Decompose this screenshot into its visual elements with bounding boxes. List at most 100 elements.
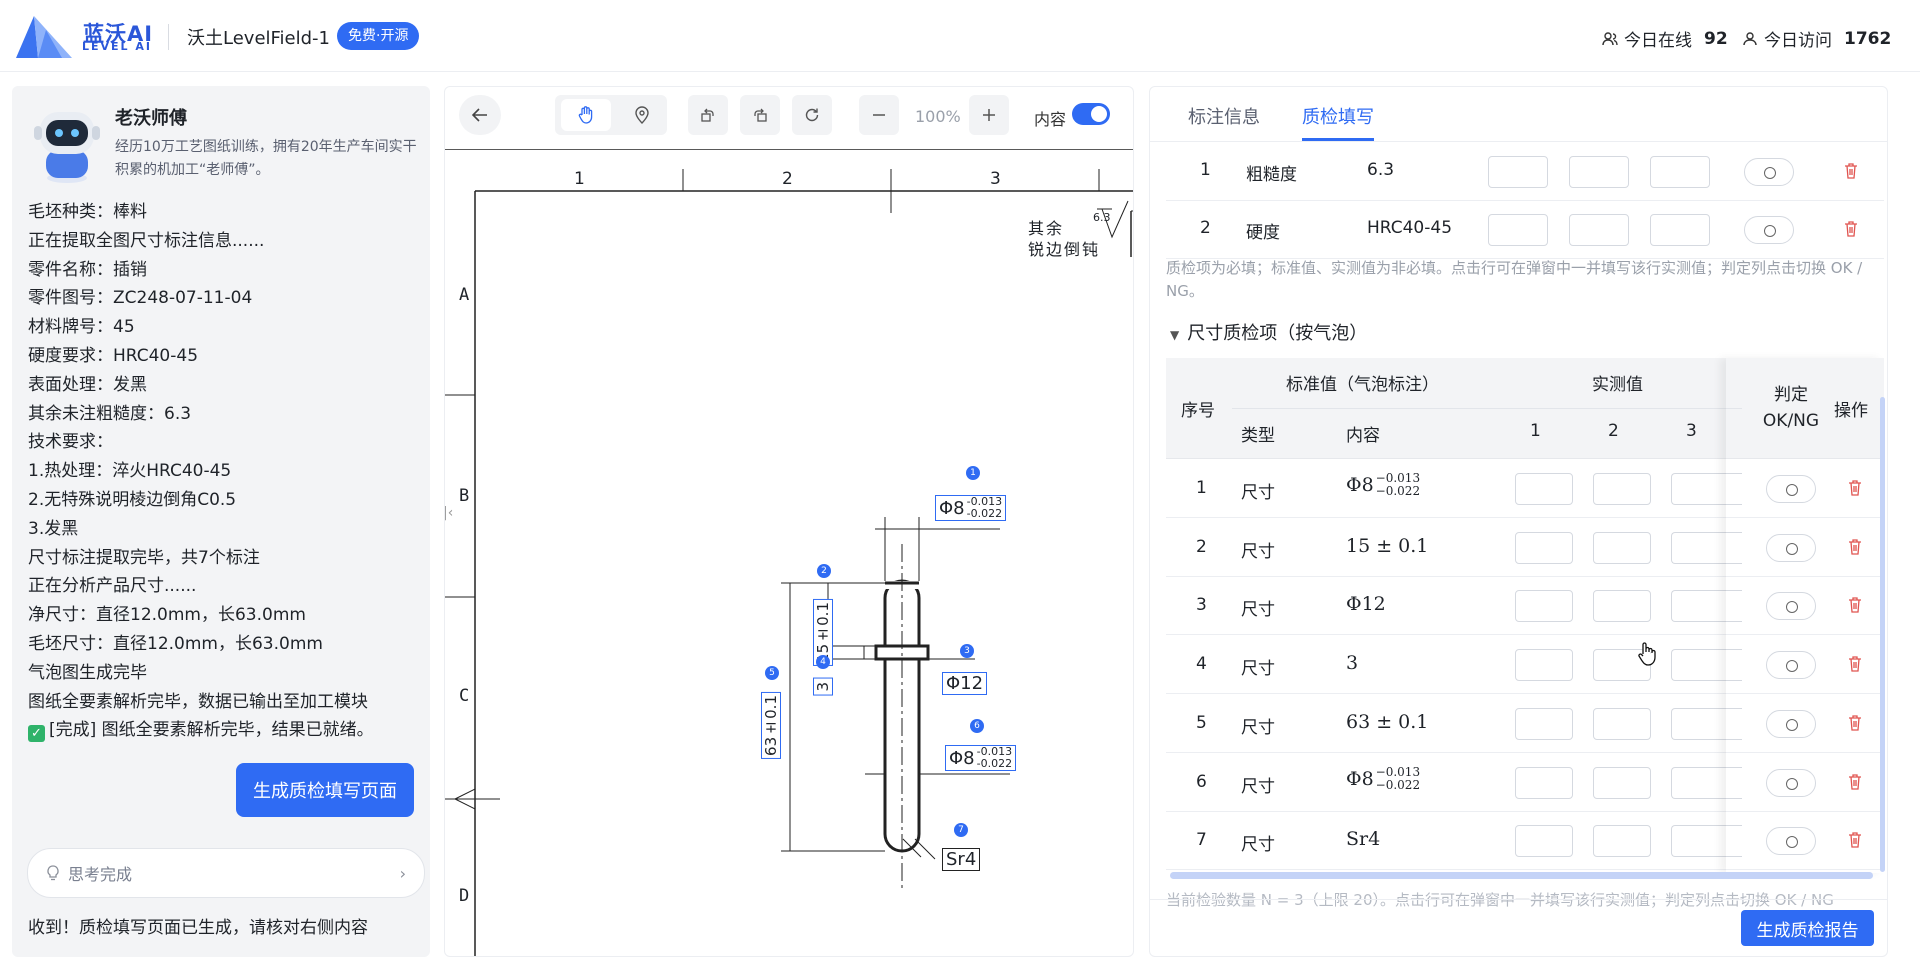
collapse-left-handle[interactable]: |‹ [445, 505, 453, 521]
measured-input-1[interactable] [1515, 649, 1573, 682]
measured-input-3[interactable] [1671, 590, 1742, 623]
rotate-right-button[interactable] [740, 95, 780, 135]
content-toggle[interactable] [1072, 103, 1110, 125]
top-header: 蓝沃AI LEVEL AI 沃土LevelField-1 免费·开源 今日在线 … [0, 0, 1920, 72]
measured-input-3[interactable] [1671, 766, 1742, 799]
trash-icon[interactable] [1848, 715, 1862, 731]
measured-input-2[interactable] [1569, 214, 1629, 246]
measured-input-2[interactable] [1593, 590, 1651, 623]
general-row[interactable]: 2 硬度 HRC40-45 [1166, 201, 1884, 259]
zoom-out-button[interactable] [859, 95, 899, 135]
measured-input-1[interactable] [1515, 707, 1573, 740]
trash-icon[interactable] [1848, 597, 1862, 614]
dim-table-row[interactable]: 5 尺寸 63 ± 0.1 [1166, 695, 1884, 753]
bubble-marker[interactable]: 3 [960, 644, 974, 658]
measured-input-3[interactable] [1671, 531, 1742, 564]
measured-input-1[interactable] [1515, 766, 1573, 799]
measured-input-2[interactable] [1569, 156, 1629, 188]
dim-table-row[interactable]: 6 尺寸 Φ8 −0.013 −0.022 [1166, 754, 1884, 812]
measured-input-3[interactable] [1650, 156, 1710, 188]
measured-input-1[interactable] [1515, 473, 1573, 505]
dim-table-row[interactable]: 3 尺寸 Φ12 [1166, 577, 1884, 636]
locate-tool-button[interactable] [622, 95, 662, 135]
general-row[interactable]: 1 粗糙度 6.3 [1166, 143, 1884, 201]
measured-input-2[interactable] [1593, 707, 1651, 740]
generate-qc-page-button[interactable]: 生成质检填写页面 [236, 763, 414, 817]
border-letter: A [459, 285, 470, 305]
bubble-marker[interactable]: 6 [970, 719, 984, 733]
tab-qc-fill[interactable]: 质检填写 [1302, 103, 1374, 129]
row-no: 3 [1196, 595, 1207, 616]
measured-input-1[interactable] [1488, 214, 1548, 246]
reset-view-button[interactable] [792, 95, 832, 135]
judge-toggle[interactable] [1766, 827, 1816, 856]
measured-input-2[interactable] [1593, 531, 1651, 564]
measured-input-2[interactable] [1593, 766, 1651, 799]
dimension-phi8-bottom[interactable]: Φ8 -0.013 -0.022 [945, 745, 1017, 771]
trash-icon[interactable] [1848, 480, 1862, 496]
measured-input-3[interactable] [1671, 707, 1742, 740]
measured-input-1[interactable] [1488, 156, 1548, 188]
judge-toggle[interactable] [1766, 768, 1816, 797]
trash-icon[interactable] [1844, 163, 1858, 179]
user-icon [1743, 31, 1757, 45]
bubble-marker[interactable]: 5 [765, 666, 779, 680]
measured-input-2[interactable] [1593, 825, 1651, 858]
dim-tolerance: -0.013 -0.022 [967, 496, 1002, 520]
header-m1: 1 [1530, 421, 1541, 441]
trash-icon[interactable] [1848, 832, 1862, 848]
dim-table-row[interactable]: 1 尺寸 Φ8 −0.013 −0.022 [1166, 460, 1884, 518]
judge-toggle[interactable] [1766, 475, 1816, 503]
measured-input-1[interactable] [1515, 590, 1573, 623]
judge-toggle[interactable] [1766, 651, 1816, 680]
trash-icon[interactable] [1844, 221, 1858, 237]
dim-table-row[interactable]: 2 尺寸 15 ± 0.1 [1166, 519, 1884, 577]
visit-label: 今日访问 [1764, 31, 1832, 51]
measured-input-1[interactable] [1515, 531, 1573, 564]
header-judge: 判定 OK/NG [1760, 382, 1822, 434]
judge-toggle[interactable] [1766, 709, 1816, 738]
rotate-left-button[interactable] [688, 95, 728, 135]
dimension-3[interactable]: 3 [813, 678, 833, 696]
back-button[interactable] [459, 95, 501, 135]
dimension-phi8-top[interactable]: Φ8 -0.013 -0.022 [935, 495, 1007, 521]
bubble-marker[interactable]: 1 [966, 466, 980, 480]
content-base: 15 ± 0.1 [1346, 534, 1429, 557]
thinking-status-toggle[interactable]: 思考完成 › [27, 848, 425, 898]
dim-table-row[interactable]: 4 尺寸 3 [1166, 636, 1884, 695]
judge-toggle[interactable] [1744, 216, 1794, 244]
zoom-in-button[interactable] [969, 95, 1009, 135]
dimension-sr4[interactable]: Sr4 [942, 848, 981, 871]
row-type: 尺寸 [1241, 835, 1275, 856]
measured-input-3[interactable] [1671, 473, 1742, 505]
log-line: 零件名称：插销 [28, 259, 147, 280]
horizontal-scrollbar[interactable] [1170, 872, 1873, 879]
dim-table-row[interactable]: 7 尺寸 Sr4 [1166, 812, 1884, 871]
pan-tool-button[interactable] [560, 99, 611, 131]
tab-annotation-info[interactable]: 标注信息 [1188, 103, 1260, 129]
bubble-marker[interactable]: 7 [954, 823, 968, 837]
measured-input-3[interactable] [1671, 825, 1742, 858]
dimension-63[interactable]: 63±0.1 [761, 692, 781, 759]
bubble-marker[interactable]: 4 [816, 655, 830, 669]
rotate-left-icon [701, 108, 714, 122]
arrow-left-icon [472, 108, 487, 122]
row-no: 1 [1196, 478, 1207, 498]
bubble-marker[interactable]: 2 [817, 564, 831, 578]
judge-toggle[interactable] [1744, 158, 1794, 186]
trash-icon[interactable] [1848, 656, 1862, 672]
judge-toggle[interactable] [1766, 533, 1816, 562]
dimension-phi12[interactable]: Φ12 [942, 672, 988, 695]
row-content: Φ12 [1346, 593, 1386, 615]
measured-input-3[interactable] [1671, 649, 1742, 682]
judge-toggle[interactable] [1766, 592, 1816, 621]
measured-input-1[interactable] [1515, 825, 1573, 858]
section-title[interactable]: ▼ 尺寸质检项（按气泡） [1170, 319, 1367, 345]
trash-icon[interactable] [1848, 773, 1862, 790]
measured-input-3[interactable] [1650, 214, 1710, 246]
trash-icon[interactable] [1848, 539, 1862, 555]
vertical-scrollbar[interactable] [1880, 397, 1885, 872]
generate-report-button[interactable]: 生成质检报告 [1741, 910, 1874, 946]
measured-input-2[interactable] [1593, 473, 1651, 505]
dim-lower: -0.022 [966, 507, 1003, 520]
